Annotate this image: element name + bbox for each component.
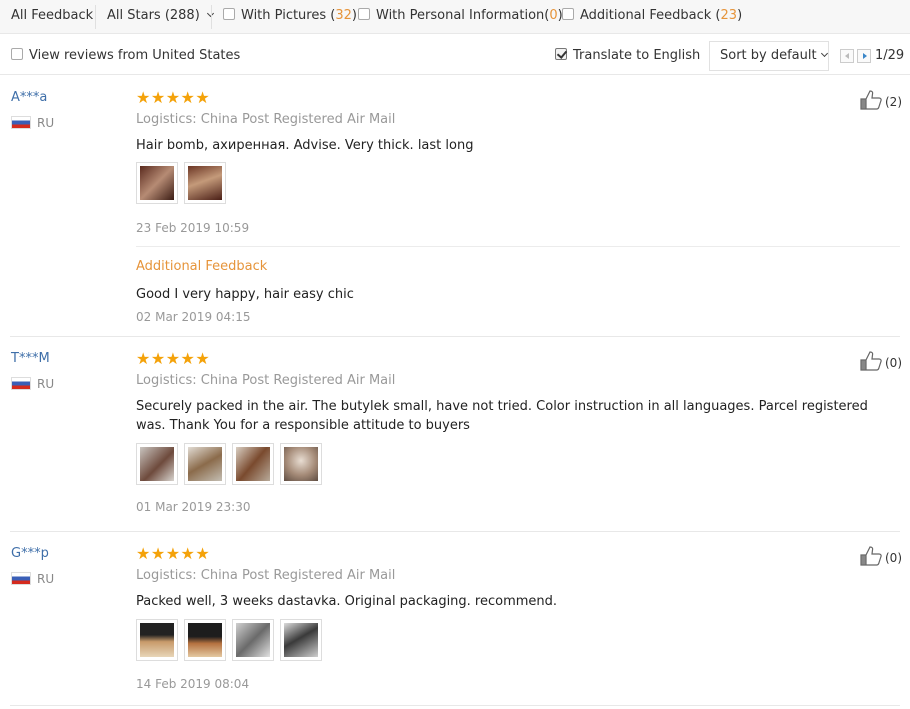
paren: ) bbox=[737, 8, 743, 23]
page-indicator: 1/29 bbox=[875, 48, 905, 63]
with-pictures-label: With Pictures ( bbox=[241, 8, 336, 23]
view-us-option[interactable]: View reviews from United States bbox=[11, 37, 240, 75]
russia-flag-icon bbox=[11, 572, 31, 585]
with-pictures-checkbox[interactable] bbox=[223, 8, 235, 20]
review-photo-thumbnail[interactable] bbox=[184, 162, 226, 204]
additional-feedback-count: 23 bbox=[720, 8, 738, 23]
additional-feedback-label: Additional Feedback ( bbox=[580, 8, 721, 23]
reviewer-name[interactable]: A***a bbox=[11, 90, 47, 105]
translate-label: Translate to English bbox=[573, 48, 701, 63]
thumbs-up-icon bbox=[860, 90, 882, 110]
sort-dropdown[interactable]: Sort by default bbox=[709, 41, 829, 71]
review-photos bbox=[136, 443, 322, 485]
review-photo-thumbnail[interactable] bbox=[136, 619, 178, 661]
logistics-info: Logistics: China Post Registered Air Mai… bbox=[136, 568, 396, 583]
review-divider bbox=[10, 705, 900, 706]
additional-feedback-date: 02 Mar 2019 04:15 bbox=[136, 310, 251, 324]
review-toolbar: View reviews from United States Translat… bbox=[0, 37, 910, 75]
reviewer-country: RU bbox=[11, 116, 54, 130]
review-date: 23 Feb 2019 10:59 bbox=[136, 221, 250, 235]
review-photo-thumbnail[interactable] bbox=[136, 162, 178, 204]
review-text: Hair bomb, ахиренная. Advise. Very thick… bbox=[136, 138, 474, 153]
helpful-count: (2) bbox=[885, 95, 902, 109]
filter-stars-label: All Stars (288) bbox=[107, 8, 200, 23]
filter-stars-dropdown[interactable]: All Stars (288) bbox=[107, 0, 214, 34]
additional-feedback-checkbox[interactable] bbox=[562, 8, 574, 20]
next-page-icon bbox=[863, 53, 867, 59]
review-photos bbox=[136, 619, 322, 661]
additional-feedback-heading: Additional Feedback bbox=[136, 259, 268, 274]
additional-feedback-text: Good I very happy, hair easy chic bbox=[136, 287, 354, 302]
star-rating: ★★★★★ bbox=[136, 88, 211, 107]
reviewer-country: RU bbox=[11, 377, 54, 391]
filter-all-feedback[interactable]: All Feedback bbox=[11, 0, 93, 34]
with-pictures-count: 32 bbox=[335, 8, 352, 23]
review-text: Securely packed in the air. The butylek … bbox=[136, 399, 868, 433]
review-date: 01 Mar 2019 23:30 bbox=[136, 500, 251, 514]
logistics-info: Logistics: China Post Registered Air Mai… bbox=[136, 373, 396, 388]
additional-divider bbox=[136, 246, 900, 247]
filter-additional-feedback[interactable]: Additional Feedback (23) bbox=[562, 0, 742, 34]
next-page-button[interactable] bbox=[857, 49, 871, 63]
view-us-label: View reviews from United States bbox=[29, 48, 241, 63]
sort-label: Sort by default bbox=[720, 48, 817, 63]
country-code: RU bbox=[37, 116, 55, 130]
review-photo-thumbnail[interactable] bbox=[232, 443, 274, 485]
helpful-button[interactable]: (0) bbox=[860, 546, 902, 566]
review-divider bbox=[10, 531, 900, 532]
with-personal-info-checkbox[interactable] bbox=[358, 8, 370, 20]
with-personal-info-label: With Personal Information( bbox=[376, 8, 550, 23]
country-code: RU bbox=[37, 377, 55, 391]
filter-separator bbox=[95, 5, 96, 29]
review-photos bbox=[136, 162, 226, 204]
helpful-button[interactable]: (0) bbox=[860, 351, 902, 371]
review-text: Packed well, 3 weeks dastavka. Original … bbox=[136, 594, 558, 609]
review-photo-thumbnail[interactable] bbox=[280, 619, 322, 661]
thumbs-up-icon bbox=[860, 351, 882, 371]
filter-all-feedback-label: All Feedback bbox=[11, 8, 94, 23]
russia-flag-icon bbox=[11, 116, 31, 129]
translate-checkbox[interactable] bbox=[555, 48, 567, 60]
review-photo-thumbnail[interactable] bbox=[184, 443, 226, 485]
prev-page-button[interactable] bbox=[840, 49, 854, 63]
helpful-count: (0) bbox=[885, 551, 902, 565]
filter-with-personal-info[interactable]: With Personal Information(0) bbox=[358, 0, 563, 34]
review-photo-thumbnail[interactable] bbox=[136, 443, 178, 485]
filter-separator bbox=[211, 5, 212, 29]
review-photo-thumbnail[interactable] bbox=[232, 619, 274, 661]
chevron-down-icon bbox=[820, 49, 828, 58]
thumbs-up-icon bbox=[860, 546, 882, 566]
review-divider bbox=[10, 336, 900, 337]
reviewer-name[interactable]: T***M bbox=[11, 351, 50, 366]
review-date: 14 Feb 2019 08:04 bbox=[136, 677, 250, 691]
reviewer-country: RU bbox=[11, 572, 54, 586]
prev-page-icon bbox=[845, 53, 849, 59]
russia-flag-icon bbox=[11, 377, 31, 390]
translate-option[interactable]: Translate to English bbox=[555, 37, 700, 75]
reviewer-name[interactable]: G***p bbox=[11, 546, 49, 561]
filter-with-pictures[interactable]: With Pictures (32) bbox=[223, 0, 357, 34]
feedback-filter-bar: All Feedback All Stars (288) With Pictur… bbox=[0, 0, 910, 34]
review-photo-thumbnail[interactable] bbox=[280, 443, 322, 485]
country-code: RU bbox=[37, 572, 55, 586]
helpful-button[interactable]: (2) bbox=[860, 90, 902, 110]
helpful-count: (0) bbox=[885, 356, 902, 370]
paren: ) bbox=[351, 8, 357, 23]
review-photo-thumbnail[interactable] bbox=[184, 619, 226, 661]
logistics-info: Logistics: China Post Registered Air Mai… bbox=[136, 112, 396, 127]
star-rating: ★★★★★ bbox=[136, 544, 211, 563]
star-rating: ★★★★★ bbox=[136, 349, 211, 368]
view-us-checkbox[interactable] bbox=[11, 48, 23, 60]
with-personal-info-count: 0 bbox=[549, 8, 558, 23]
